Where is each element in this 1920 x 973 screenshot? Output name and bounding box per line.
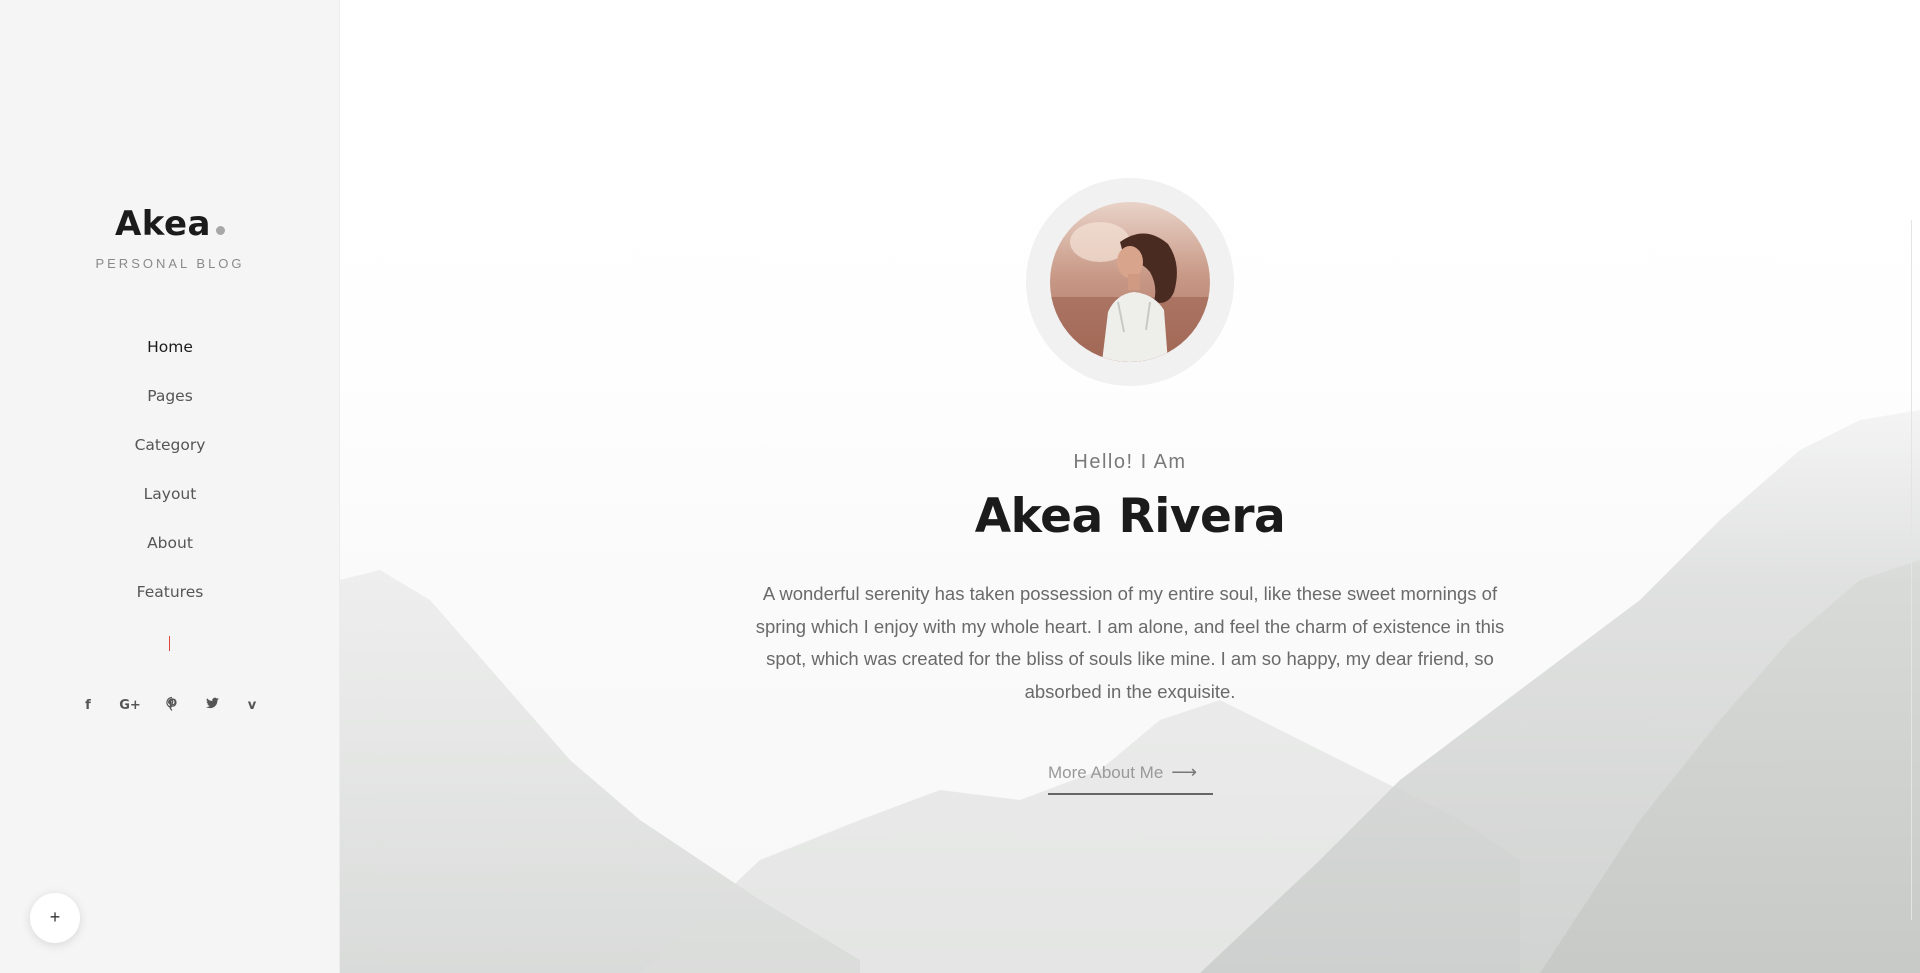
google-plus-icon[interactable]: G+ — [119, 696, 141, 716]
twitter-icon[interactable] — [203, 696, 221, 716]
avatar-frame — [1026, 178, 1234, 386]
plus-icon: + — [49, 907, 61, 927]
hero-bio: A wonderful serenity has taken possessio… — [755, 583, 1505, 702]
plus-button[interactable]: + — [30, 893, 80, 943]
facebook-icon[interactable]: f — [79, 696, 97, 716]
pinterest-icon[interactable] — [163, 696, 181, 716]
avatar — [1050, 202, 1210, 362]
accent-divider — [169, 636, 170, 651]
page-edge — [1911, 220, 1920, 920]
hero-greeting: Hello! I Am — [1073, 451, 1187, 473]
hero-name: Akea Rivera — [974, 489, 1286, 544]
nav-item-home[interactable]: Home — [0, 332, 340, 381]
hero-section: Hello! I Am Akea Rivera A wonderful sere… — [340, 0, 1920, 973]
main-nav: Home Pages Category Layout About Feature… — [0, 332, 340, 626]
logo-tagline: PERSONAL BLOG — [95, 256, 245, 271]
logo-dot-icon — [216, 226, 225, 235]
nav-item-about[interactable]: About — [0, 528, 340, 577]
logo-name: Akea — [114, 204, 211, 244]
vimeo-icon[interactable]: v — [243, 696, 261, 716]
sidebar: Akea PERSONAL BLOG Home Pages Category L… — [0, 0, 340, 973]
nav-item-pages[interactable]: Pages — [0, 381, 340, 430]
more-about-me-link[interactable]: More About Me ⟶ — [1048, 762, 1213, 795]
mountain-background-image — [340, 0, 1920, 973]
nav-item-layout[interactable]: Layout — [0, 479, 340, 528]
arrow-right-icon: ⟶ — [1171, 762, 1198, 782]
nav-item-category[interactable]: Category — [0, 430, 340, 479]
nav-item-features[interactable]: Features — [0, 577, 340, 626]
social-links: f G+ v — [0, 696, 340, 716]
more-about-me-label: More About Me — [1048, 763, 1164, 782]
site-logo[interactable]: Akea PERSONAL BLOG — [0, 204, 340, 271]
